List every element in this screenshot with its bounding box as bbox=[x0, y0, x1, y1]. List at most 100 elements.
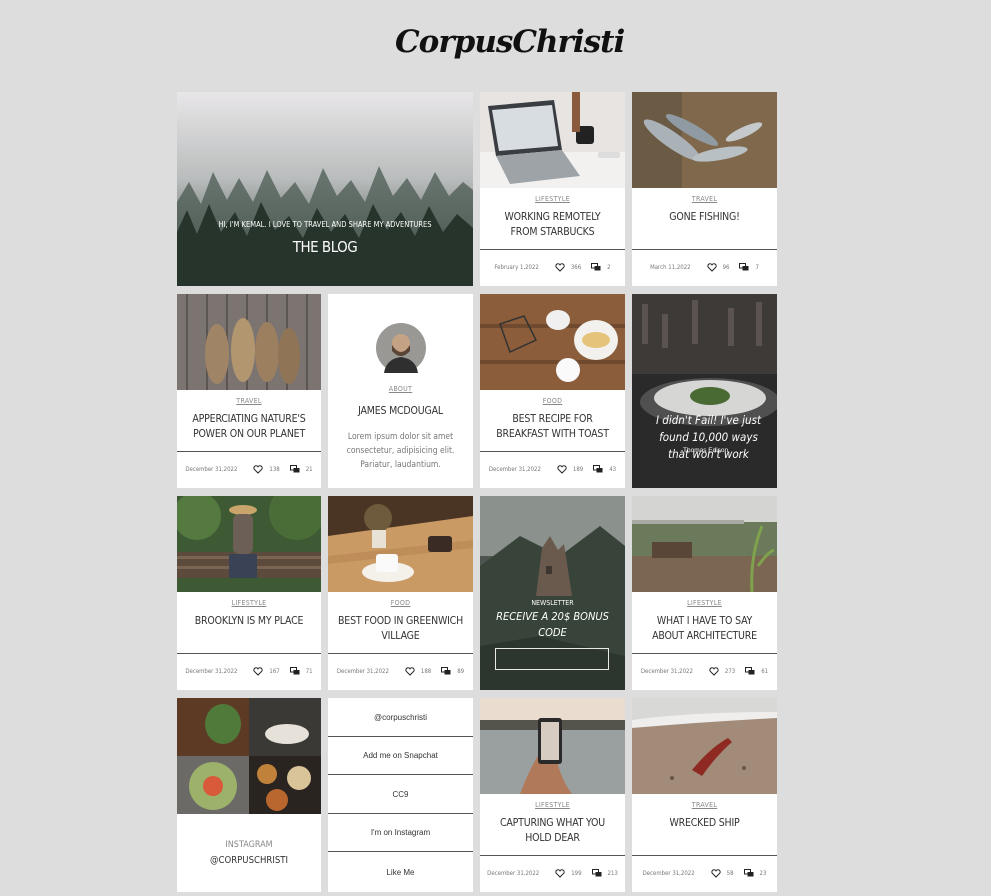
fish-image bbox=[632, 92, 777, 188]
about-bio: Lorem ipsum dolor sit amet consectetur, … bbox=[346, 432, 455, 470]
comment-count: 71 bbox=[305, 667, 313, 675]
post-date: February 1,2022 bbox=[494, 263, 539, 271]
heart-icon[interactable] bbox=[253, 464, 264, 474]
comment-icon[interactable] bbox=[591, 868, 602, 878]
post-category[interactable]: TRAVEL bbox=[177, 397, 321, 405]
comment-count: 61 bbox=[761, 667, 769, 675]
like-count: 96 bbox=[722, 263, 730, 271]
post-category[interactable]: TRAVEL bbox=[632, 801, 777, 809]
post-title[interactable]: BROOKLYN IS MY PLACE bbox=[187, 614, 311, 629]
post-category[interactable]: LIFESTYLE bbox=[177, 599, 321, 607]
instagram-handle[interactable]: @CORPUSCHRISTI bbox=[177, 855, 321, 866]
post-category[interactable]: FOOD bbox=[328, 599, 473, 607]
post-title[interactable]: GONE FISHING! bbox=[642, 210, 767, 225]
like-count: 58 bbox=[726, 869, 734, 877]
instagram-card[interactable]: INSTAGRAM @CORPUSCHRISTI bbox=[177, 698, 321, 892]
post-card[interactable]: TRAVEL APPERCIATING NATURE'S POWER ON OU… bbox=[177, 294, 321, 488]
post-title[interactable]: BEST FOOD IN GREENWICH VILLAGE bbox=[338, 614, 463, 644]
like-count: 138 bbox=[269, 465, 280, 473]
comment-count: 21 bbox=[305, 465, 313, 473]
avatar bbox=[376, 323, 426, 373]
post-date: December 31,2022 bbox=[487, 869, 540, 877]
social-link-like[interactable]: Like Me bbox=[328, 852, 473, 892]
like-count: 273 bbox=[724, 667, 736, 675]
post-category[interactable]: LIFESTYLE bbox=[480, 195, 625, 203]
hero-subtitle: HI, I'M KEMAL. I LOVE TO TRAVEL AND SHAR… bbox=[218, 220, 432, 229]
newsletter-card: NEWSLETTER RECEIVE A 20$ BONUS CODE bbox=[480, 496, 625, 690]
comment-count: 23 bbox=[759, 869, 767, 877]
divider bbox=[632, 653, 777, 654]
comment-icon[interactable] bbox=[593, 464, 603, 474]
post-title[interactable]: WRECKED SHIP bbox=[642, 816, 767, 831]
comment-icon[interactable] bbox=[591, 262, 601, 272]
laptop-image bbox=[480, 92, 625, 188]
heart-icon[interactable] bbox=[706, 262, 717, 272]
post-date: December 31,2022 bbox=[642, 869, 695, 877]
heart-icon[interactable] bbox=[253, 666, 264, 676]
heart-icon[interactable] bbox=[555, 262, 565, 272]
comment-icon[interactable] bbox=[441, 666, 451, 676]
comment-icon[interactable] bbox=[289, 464, 300, 474]
heart-icon[interactable] bbox=[557, 464, 567, 474]
social-link-handle[interactable]: @corpuschristi bbox=[328, 698, 473, 737]
comment-icon[interactable] bbox=[289, 666, 300, 676]
post-card[interactable]: LIFESTYLE CAPTURING WHAT YOU HOLD DEAR D… bbox=[480, 698, 625, 892]
post-category[interactable]: TRAVEL bbox=[632, 195, 777, 203]
divider bbox=[632, 855, 777, 856]
post-card[interactable]: LIFESTYLE WORKING REMOTELY FROM STARBUCK… bbox=[480, 92, 625, 286]
post-meta: December 31,2022 189 43 bbox=[480, 463, 625, 475]
social-link-snapchat[interactable]: Add me on Snapchat bbox=[328, 737, 473, 775]
newsletter-email-input[interactable] bbox=[495, 648, 609, 670]
post-title[interactable]: WHAT I HAVE TO SAY ABOUT ARCHITECTURE bbox=[642, 614, 767, 644]
post-title[interactable]: BEST RECIPE FOR BREAKFAST WITH TOAST bbox=[490, 412, 615, 442]
post-title[interactable]: WORKING REMOTELY FROM STARBUCKS bbox=[490, 210, 615, 240]
hero-title: THE BLOG bbox=[292, 238, 358, 256]
divider bbox=[480, 451, 625, 452]
like-count: 199 bbox=[571, 869, 582, 877]
divider bbox=[480, 855, 625, 856]
instagram-food-grid bbox=[177, 698, 321, 814]
post-category[interactable]: LIFESTYLE bbox=[480, 801, 625, 809]
site-logo[interactable]: CorpusChristi bbox=[395, 24, 625, 68]
about-category[interactable]: ABOUT bbox=[328, 385, 473, 393]
hero-card[interactable]: HI, I'M KEMAL. I LOVE TO TRAVEL AND SHAR… bbox=[177, 92, 473, 286]
like-count: 188 bbox=[420, 667, 432, 675]
about-card: ABOUT JAMES McDOUGAL Lorem ipsum dolor s… bbox=[328, 294, 473, 488]
post-card[interactable]: LIFESTYLE WHAT I HAVE TO SAY ABOUT ARCHI… bbox=[632, 496, 777, 690]
post-title[interactable]: APPERCIATING NATURE'S POWER ON OUR PLANE… bbox=[187, 412, 311, 442]
post-meta: December 31,2022 167 71 bbox=[177, 665, 321, 677]
social-link-instagram[interactable]: I'm on Instagram bbox=[328, 814, 473, 852]
post-date: December 31,2022 bbox=[185, 667, 238, 675]
comment-count: 2 bbox=[607, 263, 611, 271]
post-card[interactable]: LIFESTYLE BROOKLYN IS MY PLACE December … bbox=[177, 496, 321, 690]
quote-author: -Thomas Edison bbox=[680, 447, 729, 454]
instagram-label: INSTAGRAM bbox=[225, 840, 273, 850]
comment-icon[interactable] bbox=[745, 666, 755, 676]
post-meta: December 31,2022 58 23 bbox=[632, 867, 777, 879]
comment-count: 89 bbox=[457, 667, 465, 675]
comment-icon[interactable] bbox=[743, 868, 754, 878]
heart-icon[interactable] bbox=[555, 868, 565, 878]
post-title[interactable]: CAPTURING WHAT YOU HOLD DEAR bbox=[490, 816, 615, 846]
social-link-cc9[interactable]: CC9 bbox=[328, 775, 473, 814]
comment-count: 213 bbox=[607, 869, 618, 877]
post-card[interactable]: TRAVEL WRECKED SHIP December 31,2022 58 … bbox=[632, 698, 777, 892]
comment-icon[interactable] bbox=[739, 262, 749, 272]
post-category[interactable]: LIFESTYLE bbox=[632, 599, 777, 607]
phone-sunset-image bbox=[480, 698, 625, 794]
post-category[interactable]: FOOD bbox=[480, 397, 625, 405]
heart-icon[interactable] bbox=[405, 666, 415, 676]
breakfast-image bbox=[480, 294, 625, 390]
comment-count: 43 bbox=[609, 465, 617, 473]
divider bbox=[177, 653, 321, 654]
heart-icon[interactable] bbox=[711, 868, 721, 878]
post-card[interactable]: TRAVEL GONE FISHING! March 11,2022 96 7 bbox=[632, 92, 777, 286]
divider bbox=[480, 249, 625, 250]
architecture-image bbox=[632, 496, 777, 592]
post-date: December 31,2022 bbox=[640, 667, 693, 675]
post-card[interactable]: FOOD BEST RECIPE FOR BREAKFAST WITH TOAS… bbox=[480, 294, 625, 488]
social-links-card: @corpuschristi Add me on Snapchat CC9 I'… bbox=[328, 698, 473, 892]
post-card[interactable]: FOOD BEST FOOD IN GREENWICH VILLAGE Dece… bbox=[328, 496, 473, 690]
post-date: December 31,2022 bbox=[488, 465, 541, 473]
heart-icon[interactable] bbox=[709, 666, 719, 676]
